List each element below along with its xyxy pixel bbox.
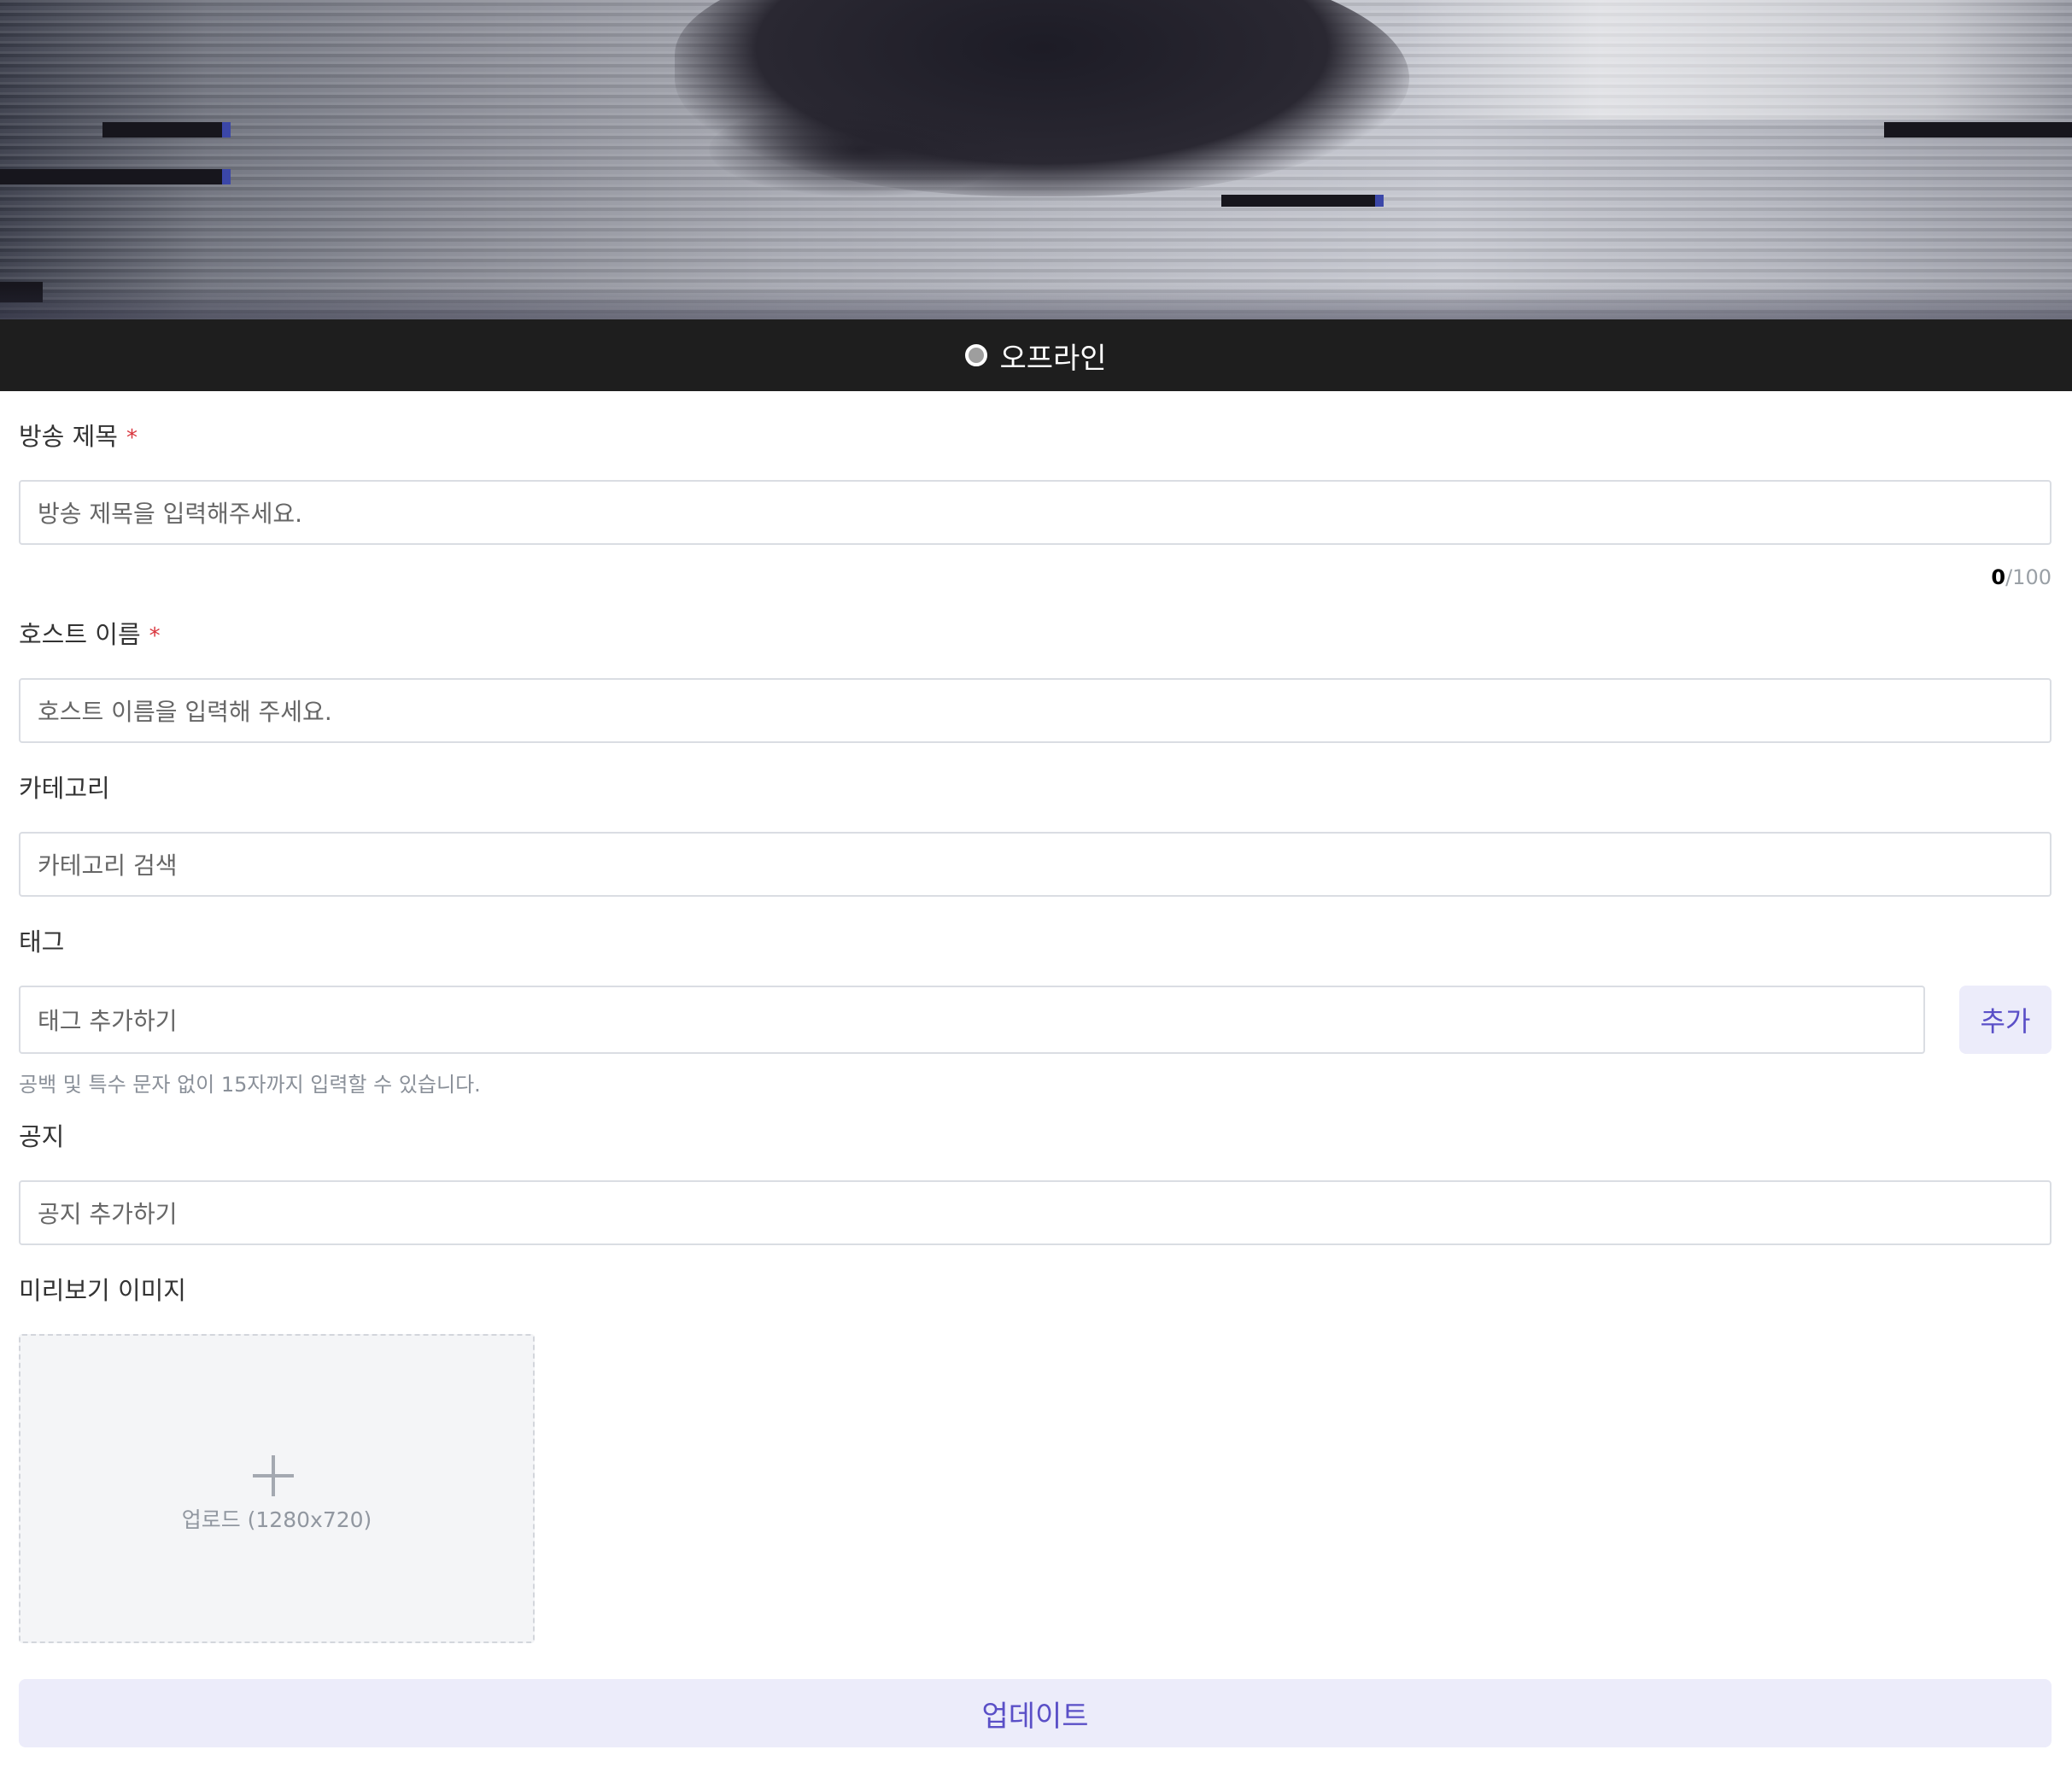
tag-helper-text: 공백 및 특수 문자 없이 15자까지 입력할 수 있습니다. bbox=[19, 1073, 481, 1097]
required-mark: * bbox=[149, 623, 161, 649]
status-dot-icon bbox=[965, 344, 988, 366]
title-label: 방송 제목 * bbox=[19, 417, 138, 453]
plus-icon bbox=[253, 1455, 294, 1496]
required-mark: * bbox=[126, 425, 138, 451]
update-button[interactable]: 업데이트 bbox=[19, 1679, 2052, 1747]
video-artifact-bar bbox=[102, 122, 231, 138]
video-bottom-fade bbox=[0, 285, 2072, 319]
video-shadow-shape bbox=[709, 102, 1016, 196]
category-input-placeholder: 카테고리 검색 bbox=[38, 851, 178, 880]
host-input-placeholder: 호스트 이름을 입력해 주세요. bbox=[38, 698, 332, 726]
video-glare bbox=[1401, 0, 2067, 120]
status-label: 오프라인 bbox=[999, 341, 1107, 376]
title-label-text: 방송 제목 bbox=[19, 422, 118, 451]
preview-image-label: 미리보기 이미지 bbox=[19, 1276, 186, 1305]
host-label-text: 호스트 이름 bbox=[19, 620, 141, 649]
notice-input-placeholder: 공지 추가하기 bbox=[38, 1200, 178, 1228]
add-tag-button[interactable]: 추가 bbox=[1959, 986, 2052, 1054]
preview-image-upload[interactable]: 업로드 (1280x720) bbox=[19, 1334, 535, 1643]
title-input-placeholder: 방송 제목을 입력해주세요. bbox=[38, 500, 303, 528]
video-artifact-bar bbox=[1221, 195, 1384, 207]
upload-hint-text: 업로드 (1280x720) bbox=[181, 1507, 372, 1532]
video-artifact-bar bbox=[1884, 122, 2072, 138]
notice-input[interactable]: 공지 추가하기 bbox=[19, 1180, 2052, 1245]
title-char-counter: 0/100 bbox=[1991, 565, 2052, 589]
host-label: 호스트 이름 * bbox=[19, 615, 161, 651]
tag-input-placeholder: 태그 추가하기 bbox=[38, 1007, 178, 1035]
tag-input[interactable]: 태그 추가하기 bbox=[19, 986, 1925, 1054]
stream-status-bar: 오프라인 bbox=[0, 319, 2072, 391]
category-label: 카테고리 bbox=[19, 774, 110, 803]
notice-label: 공지 bbox=[19, 1122, 65, 1151]
title-input[interactable]: 방송 제목을 입력해주세요. bbox=[19, 480, 2052, 545]
host-name-input[interactable]: 호스트 이름을 입력해 주세요. bbox=[19, 678, 2052, 743]
video-artifact-bar bbox=[0, 169, 231, 184]
title-char-count: 0 bbox=[1991, 565, 2006, 589]
tag-label: 태그 bbox=[19, 927, 65, 957]
video-preview bbox=[0, 0, 2072, 319]
category-search-input[interactable]: 카테고리 검색 bbox=[19, 832, 2052, 897]
title-char-max: /100 bbox=[2005, 565, 2052, 589]
